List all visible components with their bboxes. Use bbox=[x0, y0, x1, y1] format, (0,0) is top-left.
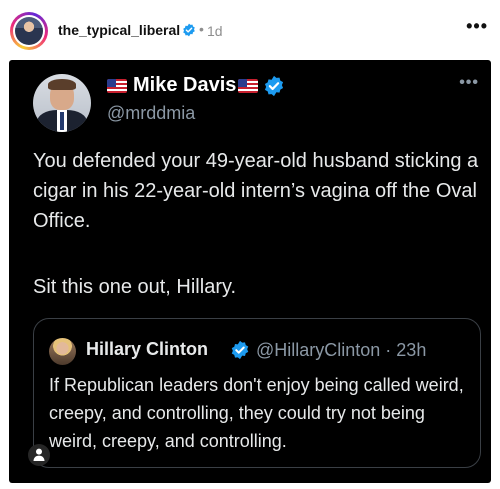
profile-avatar[interactable] bbox=[13, 15, 45, 47]
quoted-tweet-text: If Republican leaders don't enjoy being … bbox=[49, 375, 464, 451]
quoted-author-handle: @HillaryClinton · 23h bbox=[256, 340, 427, 360]
us-flag-icon bbox=[238, 79, 258, 93]
profile-story-ring[interactable] bbox=[10, 12, 48, 50]
quoted-author-avatar bbox=[49, 338, 76, 365]
quoted-author-name: Hillary Clinton bbox=[86, 339, 209, 359]
quoted-tweet: Hillary Clinton @HillaryClinton · 23h If… bbox=[33, 318, 481, 468]
avatar-hair bbox=[48, 79, 76, 90]
tweet-options-icon: ••• bbox=[459, 74, 479, 91]
tweet-text-paragraph-2: Sit this one out, Hillary. bbox=[33, 276, 237, 298]
post-timestamp[interactable]: 1d bbox=[207, 23, 223, 39]
tweet-author-handle: @mrddmia bbox=[107, 103, 196, 123]
verified-badge-icon bbox=[183, 23, 195, 37]
separator-dot: • bbox=[199, 21, 204, 37]
tagged-people-button[interactable] bbox=[28, 444, 50, 466]
avatar-tie bbox=[60, 112, 64, 130]
us-flag-icon bbox=[107, 79, 127, 93]
tweet-author-name: Mike Davis bbox=[133, 74, 237, 96]
person-icon bbox=[33, 448, 45, 461]
verified-badge-icon bbox=[231, 340, 249, 360]
post-header: the_typical_liberal • 1d ••• bbox=[0, 0, 500, 62]
tweet-screenshot[interactable]: Mike Davis @mrddmia ••• You defended you… bbox=[9, 60, 491, 483]
profile-avatar-image bbox=[15, 17, 43, 45]
verified-badge-icon bbox=[264, 75, 284, 97]
post-options-button[interactable]: ••• bbox=[466, 16, 488, 37]
tweet-text-paragraph-1: You defended your 49-year-old husband st… bbox=[33, 150, 479, 232]
tweet-author-avatar bbox=[33, 74, 91, 132]
post-username[interactable]: the_typical_liberal bbox=[58, 22, 180, 38]
